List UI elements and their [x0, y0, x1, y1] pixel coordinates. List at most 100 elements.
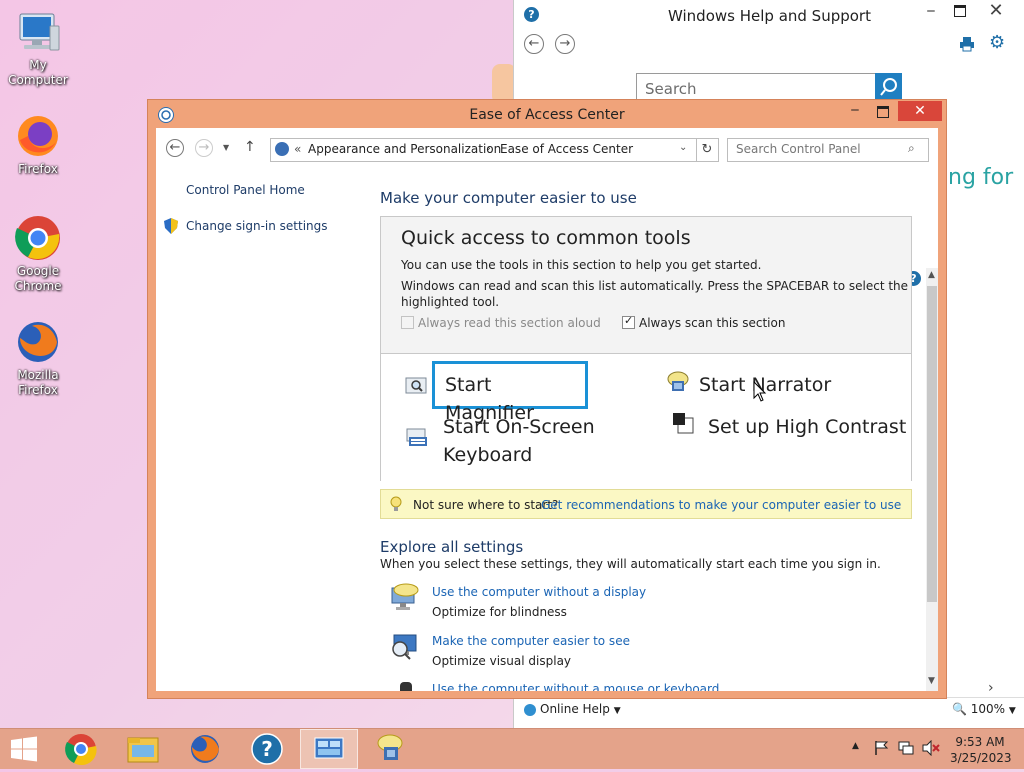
clock-date: 3/25/2023	[950, 751, 1012, 765]
desktop-icon-mozilla-firefox[interactable]: Mozilla Firefox	[2, 318, 74, 398]
tip-text: Not sure where to start?	[413, 498, 559, 512]
quick-access-desc: You can use the tools in this section to…	[401, 258, 762, 272]
scroll-up-arrow[interactable]: ▲	[928, 270, 935, 280]
setting-desc-visual: Optimize visual display	[432, 654, 572, 668]
forward-icon[interactable]: →	[195, 139, 213, 157]
desktop-icon-label: My Computer	[8, 58, 68, 87]
close-button[interactable]: ✕	[898, 101, 942, 121]
setting-link-without-mouse[interactable]: Use the computer without a mouse or keyb…	[432, 682, 719, 691]
scrollbar-thumb[interactable]	[927, 286, 937, 602]
ease-of-access-window[interactable]: Ease of Access Center ‒ ✕ ← → ▼ ↑ « Appe…	[147, 99, 947, 699]
always-read-checkbox[interactable]: Always read this section aloud	[401, 316, 601, 330]
scroll-down-arrow[interactable]: ▼	[928, 676, 935, 686]
breadcrumb-separator: ›	[487, 144, 491, 154]
quick-access-tools: Start Magnifier Start Narrator Start On-…	[381, 353, 911, 481]
desktop-icon-my-computer[interactable]: My Computer	[2, 8, 74, 88]
gear-icon[interactable]: ⚙	[989, 34, 1005, 52]
zoom-icon: 🔍	[952, 702, 967, 716]
online-help-dropdown[interactable]: Online Help ▼	[524, 702, 621, 716]
address-bar[interactable]: « Appearance and Personalization › Ease …	[270, 138, 697, 162]
magnifier-icon	[405, 376, 427, 396]
sidebar-change-sign-in-settings[interactable]: Change sign-in settings	[186, 219, 328, 233]
folder-icon	[127, 737, 159, 763]
narrator-icon	[377, 734, 403, 760]
back-icon[interactable]: ←	[166, 139, 184, 157]
chevron-down-icon: ▼	[613, 706, 621, 716]
taskbar-help-and-support[interactable]: ?	[238, 729, 296, 769]
clock-time: 9:53 AM	[955, 735, 1005, 749]
lightbulb-icon	[390, 496, 402, 512]
page-heading: Make your computer easier to use	[380, 189, 637, 207]
refresh-button[interactable]: ↻	[696, 138, 719, 162]
desktop-icon-label: Firefox	[18, 162, 58, 176]
breadcrumb-appearance[interactable]: Appearance and Personalization	[308, 142, 501, 156]
start-button[interactable]	[0, 729, 48, 769]
taskbar-ease-of-access[interactable]	[362, 729, 420, 769]
checkbox-checked-icon: ✓	[622, 314, 635, 329]
print-icon[interactable]	[959, 36, 975, 52]
desktop-icon-google-chrome[interactable]: Google Chrome	[2, 214, 74, 294]
close-button[interactable]: ✕	[984, 0, 1008, 22]
mouse-cursor-icon	[753, 380, 767, 403]
help-titlebar[interactable]: Windows Help and Support ? ‒ ✕	[514, 0, 1024, 30]
back-icon[interactable]: ←	[524, 34, 544, 54]
quick-access-title: Quick access to common tools	[401, 227, 691, 249]
help-search-button[interactable]	[875, 73, 902, 101]
always-scan-checkbox[interactable]: ✓ Always scan this section	[622, 314, 786, 330]
help-title: Windows Help and Support	[668, 7, 871, 25]
shield-icon	[164, 218, 178, 234]
chevron-down-icon: ▼	[1008, 706, 1016, 716]
forward-icon[interactable]: →	[555, 34, 575, 54]
taskbar: ? ▲ 9:53 AM 3/25/2023	[0, 728, 1024, 769]
show-hidden-icons-button[interactable]: ▲	[852, 741, 859, 751]
minimize-button[interactable]: ‒	[921, 3, 941, 19]
scroll-right-icon[interactable]: ›	[988, 680, 994, 696]
start-on-screen-keyboard-button[interactable]: Start On-Screen Keyboard	[443, 413, 595, 469]
minimize-button[interactable]: ‒	[843, 102, 867, 120]
taskbar-chrome[interactable]	[52, 729, 110, 769]
help-search-placeholder: Search	[645, 80, 697, 98]
help-icon: ?	[524, 7, 539, 22]
control-panel-icon	[275, 142, 289, 156]
high-contrast-label: Set up High Contrast	[708, 416, 907, 438]
zoom-control[interactable]: 🔍 100% ▼	[952, 702, 1016, 716]
sidebar-control-panel-home[interactable]: Control Panel Home	[186, 183, 305, 197]
taskbar-firefox[interactable]	[176, 729, 234, 769]
help-icon: ?	[251, 733, 283, 765]
narrator-icon	[666, 371, 690, 393]
address-dropdown-icon[interactable]: ⌄	[679, 142, 687, 153]
keyboard-label-line1: Start On-Screen	[443, 416, 595, 438]
recommendation-tip-bar: Not sure where to start? Get recommendat…	[380, 489, 912, 519]
desktop-icon-firefox[interactable]: Firefox	[2, 112, 74, 177]
maximize-button[interactable]	[954, 5, 966, 17]
scrollbar[interactable]: ▲ ▼	[926, 268, 938, 691]
always-scan-label: Always scan this section	[639, 316, 786, 330]
clock[interactable]: 9:53 AM 3/25/2023	[950, 734, 1012, 766]
flag-icon[interactable]	[874, 740, 890, 756]
setting-link-without-display[interactable]: Use the computer without a display	[432, 585, 646, 599]
svg-text:?: ?	[261, 737, 273, 761]
window-title: Ease of Access Center	[469, 107, 625, 123]
network-icon[interactable]	[898, 740, 914, 756]
maximize-button[interactable]	[877, 106, 889, 118]
setting-link-easier-to-see[interactable]: Make the computer easier to see	[432, 634, 630, 648]
up-arrow-icon[interactable]: ↑	[244, 139, 256, 155]
search-control-panel-input[interactable]: Search Control Panel ⌕	[727, 138, 929, 162]
set-up-high-contrast-button[interactable]: Set up High Contrast	[708, 413, 906, 441]
volume-muted-icon[interactable]	[922, 739, 940, 757]
recent-pages-dropdown[interactable]: ▼	[223, 143, 229, 152]
breadcrumb-overflow[interactable]: «	[294, 142, 301, 156]
start-magnifier-button[interactable]: Start Magnifier	[432, 361, 588, 424]
firefox-icon	[14, 112, 62, 160]
taskbar-control-panel[interactable]	[300, 729, 358, 769]
quick-access-desc2b: highlighted tool.	[401, 295, 500, 309]
get-recommendations-link[interactable]: Get recommendations to make your compute…	[541, 498, 901, 512]
quick-access-panel: Quick access to common tools You can use…	[380, 216, 912, 481]
chrome-icon	[14, 214, 62, 262]
control-panel-icon	[314, 737, 344, 759]
breadcrumb-ease-of-access[interactable]: Ease of Access Center	[500, 142, 633, 156]
windows-logo-icon	[11, 736, 37, 762]
firefox-icon	[191, 735, 219, 763]
taskbar-file-explorer[interactable]	[114, 729, 172, 769]
desktop-icon-label: Mozilla Firefox	[17, 368, 59, 397]
